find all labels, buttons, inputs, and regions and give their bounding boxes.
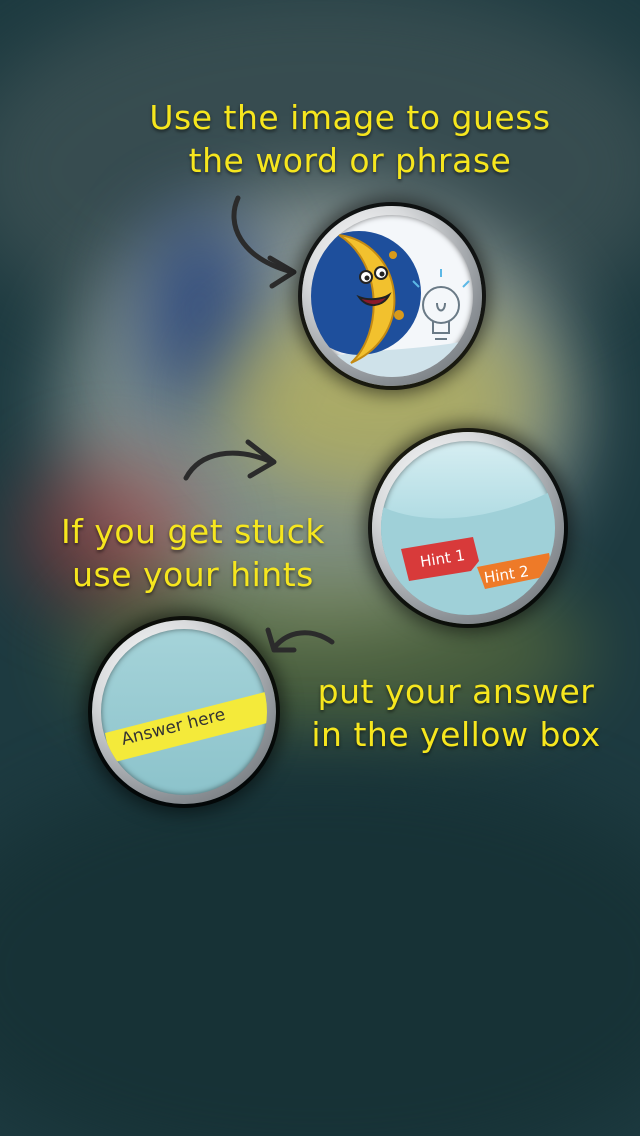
curved-arrow-icon xyxy=(231,195,297,289)
step3-caption: put your answer in the yellow box xyxy=(296,670,616,756)
curved-arrow-icon xyxy=(265,627,335,653)
step1-line2: the word or phrase xyxy=(188,141,512,180)
hints-lens: Hint 1 Hint 2 xyxy=(372,432,564,624)
hint-flags-illustration: Hint 1 Hint 2 xyxy=(381,489,555,615)
step1-line1: Use the image to guess xyxy=(149,98,551,137)
image-clue-lens xyxy=(302,206,482,386)
step2-caption: If you get stuck use your hints xyxy=(28,510,358,596)
answer-box-illustration: Answer here xyxy=(105,691,267,763)
step3-line1: put your answer xyxy=(317,672,595,711)
answer-lens: Answer here xyxy=(92,620,276,804)
tutorial-screen[interactable]: Use the image to guess the word or phras… xyxy=(0,0,640,1136)
moon-lightbulb-illustration xyxy=(311,231,473,377)
curved-arrow-icon xyxy=(183,439,277,481)
step1-caption: Use the image to guess the word or phras… xyxy=(90,96,610,182)
step2-line2: use your hints xyxy=(72,555,314,594)
step3-line2: in the yellow box xyxy=(311,715,601,754)
step2-line1: If you get stuck xyxy=(61,512,325,551)
